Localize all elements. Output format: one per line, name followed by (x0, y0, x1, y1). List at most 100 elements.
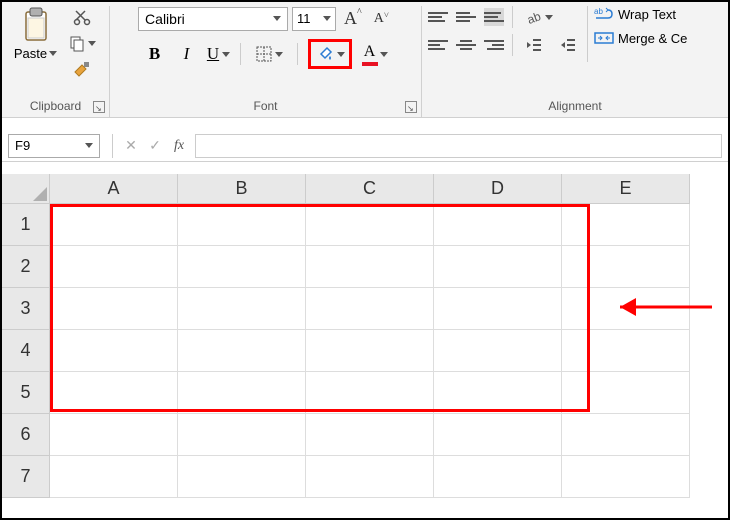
underline-button[interactable]: U (208, 43, 230, 65)
paste-button[interactable]: Paste (12, 6, 60, 80)
decrease-font-button[interactable]: A˅ (370, 9, 393, 29)
group-font: Calibri 11 A^ A˅ B I U (110, 6, 422, 117)
cut-button[interactable] (64, 6, 100, 28)
cell[interactable] (434, 288, 562, 330)
svg-text:ab: ab (594, 7, 603, 16)
name-box[interactable]: F9 (8, 134, 100, 158)
cell[interactable] (178, 414, 306, 456)
align-center-button[interactable] (456, 36, 476, 54)
column-header[interactable]: B (178, 174, 306, 204)
wrap-text-button[interactable]: ab Wrap Text (594, 6, 687, 22)
align-left-button[interactable] (428, 36, 448, 54)
column-header[interactable]: A (50, 174, 178, 204)
borders-button[interactable] (251, 43, 287, 65)
row-header[interactable]: 7 (2, 456, 50, 498)
cell[interactable] (50, 414, 178, 456)
cell[interactable] (306, 372, 434, 414)
cell[interactable] (434, 204, 562, 246)
format-painter-button[interactable] (64, 58, 100, 80)
cell[interactable] (306, 414, 434, 456)
cell[interactable] (50, 288, 178, 330)
align-middle-button[interactable] (456, 8, 476, 26)
formula-input[interactable] (195, 134, 722, 158)
separator (512, 6, 513, 28)
cell[interactable] (178, 456, 306, 498)
cell[interactable] (178, 204, 306, 246)
cell[interactable] (562, 330, 690, 372)
cell[interactable] (306, 204, 434, 246)
cell[interactable] (306, 288, 434, 330)
decrease-indent-button[interactable] (521, 35, 547, 55)
merge-center-label: Merge & Ce (618, 31, 687, 46)
cell[interactable] (50, 330, 178, 372)
row-header[interactable]: 3 (2, 288, 50, 330)
cell[interactable] (306, 246, 434, 288)
cell[interactable] (178, 372, 306, 414)
increase-indent-button[interactable] (555, 35, 581, 55)
ribbon: Paste Clipboard Calibri (2, 2, 728, 118)
column-header[interactable]: C (306, 174, 434, 204)
fill-color-button-highlighted (308, 39, 352, 69)
font-name-value: Calibri (145, 11, 185, 27)
cell[interactable] (178, 288, 306, 330)
font-dialog-launcher[interactable] (405, 101, 417, 113)
separator (112, 134, 113, 158)
italic-button[interactable]: I (176, 43, 198, 65)
group-label-clipboard: Clipboard (30, 97, 81, 115)
cell[interactable] (562, 414, 690, 456)
cancel-formula-button[interactable]: ✕ (119, 134, 143, 158)
cell[interactable] (562, 204, 690, 246)
spreadsheet-grid: 1234567 ABCDE (2, 174, 728, 498)
cell[interactable] (50, 246, 178, 288)
cell[interactable] (562, 372, 690, 414)
separator (240, 43, 241, 65)
cell[interactable] (562, 456, 690, 498)
enter-formula-button[interactable]: ✓ (143, 134, 167, 158)
paint-bucket-icon (315, 44, 335, 64)
cell[interactable] (434, 456, 562, 498)
insert-function-button[interactable]: fx (167, 134, 191, 158)
row-header[interactable]: 4 (2, 330, 50, 372)
merge-center-button[interactable]: Merge & Ce (594, 30, 687, 46)
group-clipboard: Paste Clipboard (2, 6, 110, 117)
cell[interactable] (562, 246, 690, 288)
wrap-text-label: Wrap Text (618, 7, 676, 22)
row-header[interactable]: 6 (2, 414, 50, 456)
cell[interactable] (178, 246, 306, 288)
cell[interactable] (434, 372, 562, 414)
font-size-combo[interactable]: 11 (292, 7, 336, 31)
font-color-button[interactable]: A (362, 43, 388, 66)
cell[interactable] (50, 372, 178, 414)
cell[interactable] (50, 204, 178, 246)
cell[interactable] (50, 456, 178, 498)
align-top-button[interactable] (428, 8, 448, 26)
column-header[interactable]: E (562, 174, 690, 204)
row-header[interactable]: 2 (2, 246, 50, 288)
font-name-combo[interactable]: Calibri (138, 7, 288, 31)
cell[interactable] (562, 288, 690, 330)
paste-label: Paste (14, 46, 47, 61)
row-header[interactable]: 5 (2, 372, 50, 414)
cell[interactable] (306, 330, 434, 372)
paintbrush-icon (72, 60, 92, 78)
column-header[interactable]: D (434, 174, 562, 204)
bold-button[interactable]: B (144, 43, 166, 65)
select-all-corner[interactable] (2, 174, 50, 204)
cell[interactable] (434, 330, 562, 372)
cell[interactable] (306, 456, 434, 498)
clipboard-dialog-launcher[interactable] (93, 101, 105, 113)
cell[interactable] (434, 414, 562, 456)
cell[interactable] (178, 330, 306, 372)
wrap-text-icon: ab (594, 6, 614, 22)
row-header[interactable]: 1 (2, 204, 50, 246)
align-right-button[interactable] (484, 36, 504, 54)
fill-color-button[interactable] (315, 44, 345, 64)
name-box-value: F9 (15, 138, 30, 153)
cell[interactable] (434, 246, 562, 288)
formula-bar: F9 ✕ ✓ fx (2, 130, 728, 162)
orientation-button[interactable]: ab (521, 6, 557, 28)
align-bottom-button[interactable] (484, 8, 504, 26)
copy-button[interactable] (64, 32, 100, 54)
increase-font-button[interactable]: A^ (340, 6, 366, 31)
orientation-icon: ab (525, 8, 543, 26)
